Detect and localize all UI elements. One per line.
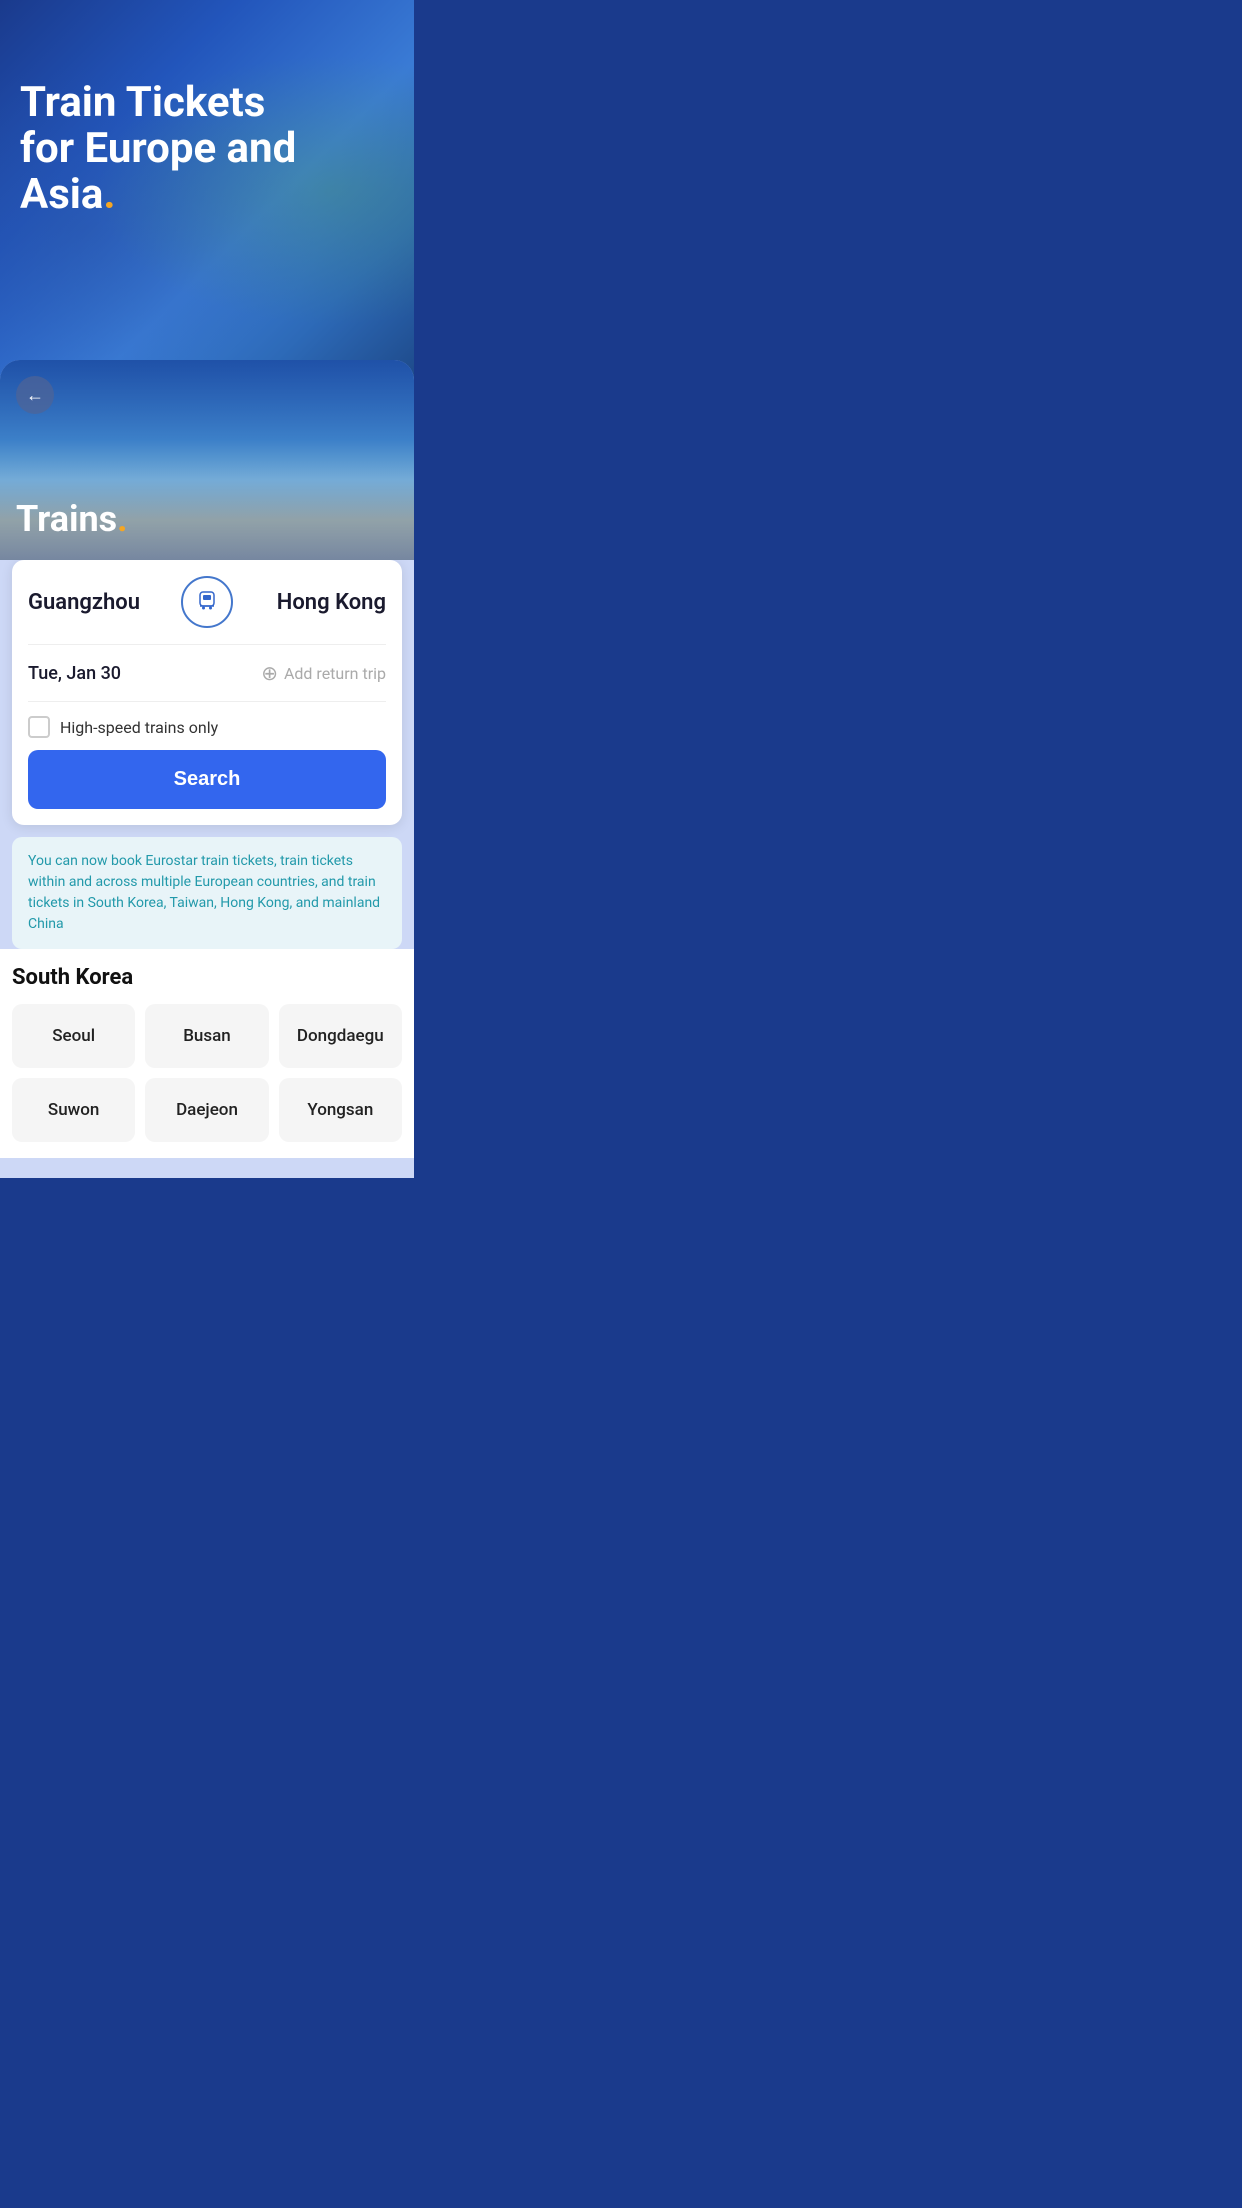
hero-title: Train Tickets for Europe and Asia. xyxy=(0,0,414,219)
search-button[interactable]: Search xyxy=(28,750,386,809)
city-card-dongdaegu[interactable]: Dongdaegu xyxy=(279,1004,402,1068)
high-speed-row: High-speed trains only xyxy=(28,702,386,746)
city-name-dongdaegu: Dongdaegu xyxy=(297,1026,384,1046)
city-name-daejeon: Daejeon xyxy=(176,1100,238,1120)
card-title-dot: . xyxy=(117,498,127,540)
info-text: You can now book Eurostar train tickets,… xyxy=(28,851,386,935)
section-title: South Korea xyxy=(12,965,402,990)
info-banner: You can now book Eurostar train tickets,… xyxy=(12,837,402,949)
high-speed-checkbox[interactable] xyxy=(28,716,50,738)
card-header: ← Trains. xyxy=(0,360,414,560)
origin-station[interactable]: Guangzhou xyxy=(28,590,181,615)
card-panel: ← Trains. Guangzhou xyxy=(0,360,414,1178)
city-name-busan: Busan xyxy=(183,1026,231,1046)
hero-section: Train Tickets for Europe and Asia. xyxy=(0,0,414,380)
add-return-label: Add return trip xyxy=(284,664,386,683)
city-card-daejeon[interactable]: Daejeon xyxy=(145,1078,268,1142)
city-card-yongsan[interactable]: Yongsan xyxy=(279,1078,402,1142)
destination-station[interactable]: Hong Kong xyxy=(233,590,386,615)
city-name-suwon: Suwon xyxy=(48,1100,99,1120)
swap-button[interactable] xyxy=(181,576,233,628)
city-card-seoul[interactable]: Seoul xyxy=(12,1004,135,1068)
route-row: Guangzhou Hong Kong xyxy=(28,576,386,645)
high-speed-label: High-speed trains only xyxy=(60,718,218,737)
city-name-yongsan: Yongsan xyxy=(307,1100,373,1120)
city-name-seoul: Seoul xyxy=(52,1026,95,1046)
departure-date[interactable]: Tue, Jan 30 xyxy=(28,663,121,684)
back-button[interactable]: ← xyxy=(16,376,54,414)
add-return-button[interactable]: ⊕ Add return trip xyxy=(261,661,386,685)
add-icon: ⊕ xyxy=(261,661,278,685)
back-icon: ← xyxy=(26,385,44,406)
city-card-suwon[interactable]: Suwon xyxy=(12,1078,135,1142)
city-grid: Seoul Busan Dongdaegu Suwon Daejeon Yong… xyxy=(12,1004,402,1142)
card-title: Trains. xyxy=(16,498,128,540)
date-row: Tue, Jan 30 ⊕ Add return trip xyxy=(28,645,386,702)
city-card-busan[interactable]: Busan xyxy=(145,1004,268,1068)
hero-title-line1: Train Tickets xyxy=(20,78,265,127)
destinations-section: South Korea Seoul Busan Dongdaegu Suwon … xyxy=(0,949,414,1158)
hero-title-line2: for Europe and Asia xyxy=(20,124,296,219)
card-title-text: Trains xyxy=(16,498,117,540)
search-form: Guangzhou Hong Kong xyxy=(12,560,402,825)
hero-title-dot: . xyxy=(103,170,115,219)
train-icon xyxy=(195,588,219,617)
